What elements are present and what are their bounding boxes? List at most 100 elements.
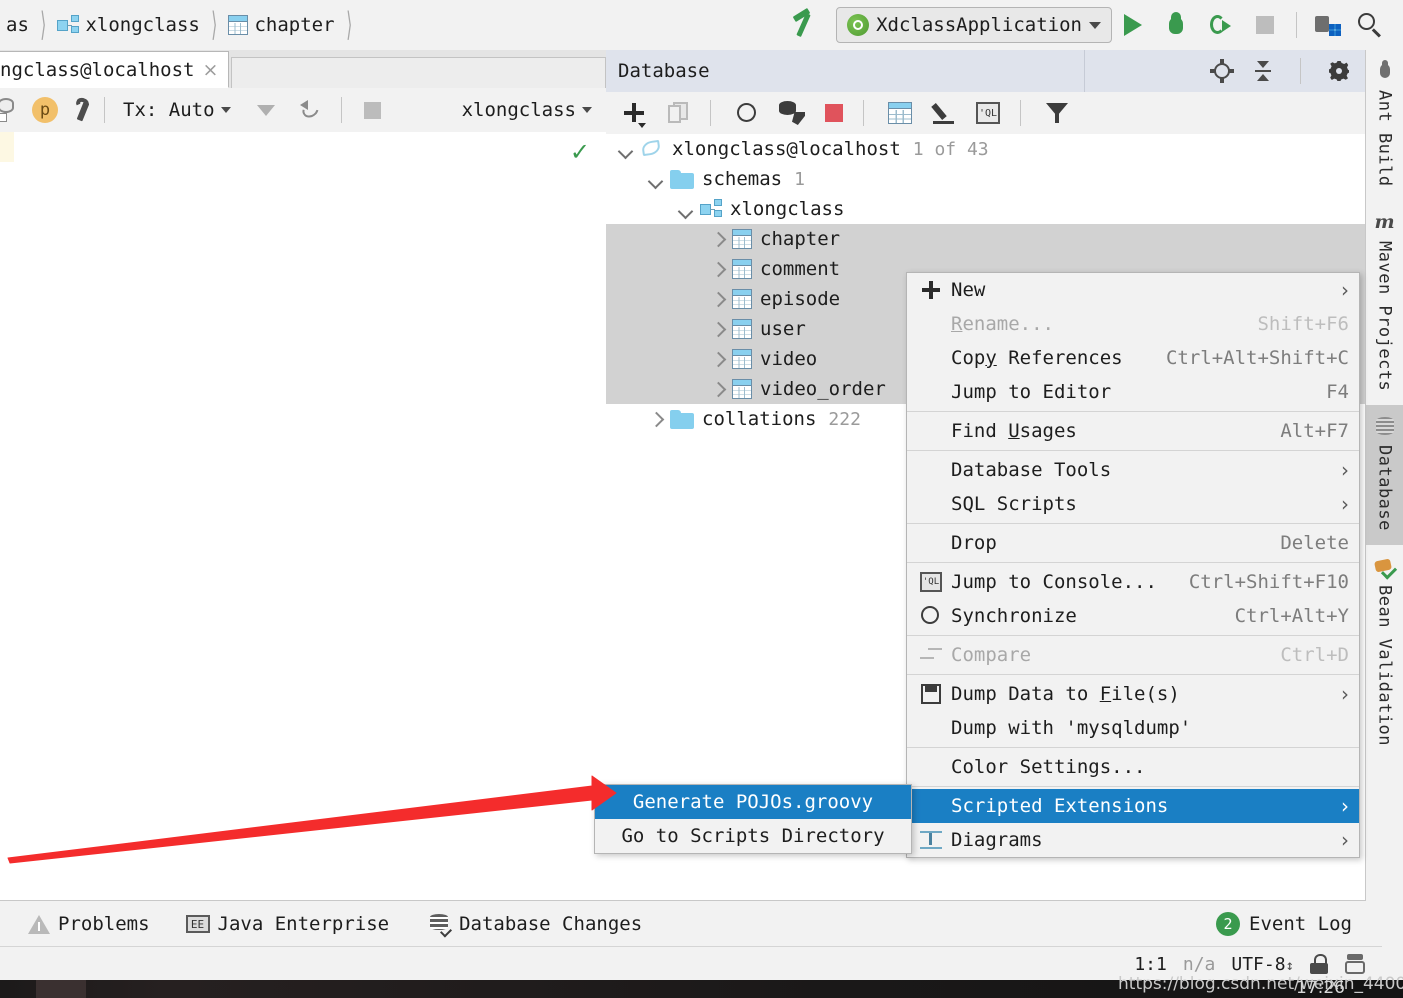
menu-item-color-settings[interactable]: Color Settings... bbox=[907, 750, 1359, 784]
chevron-right-icon: › bbox=[1341, 458, 1349, 482]
stop-icon[interactable] bbox=[363, 101, 381, 119]
menu-item-database-tools[interactable]: Database Tools › bbox=[907, 453, 1359, 487]
menu-item-sql-scripts[interactable]: SQL Scripts › bbox=[907, 487, 1359, 521]
editor-tab-console[interactable]: ngclass@localhost × bbox=[0, 51, 230, 88]
breadcrumb-item-2[interactable]: chapter bbox=[228, 14, 335, 36]
close-icon[interactable]: × bbox=[202, 59, 218, 81]
scroll-from-source-icon[interactable] bbox=[1210, 59, 1234, 83]
menu-item-scripted-extensions[interactable]: Scripted Extensions › bbox=[907, 789, 1359, 823]
duplicate-icon[interactable] bbox=[668, 102, 690, 124]
tx-mode-selector[interactable]: Tx: Auto bbox=[123, 99, 231, 121]
rollback-icon[interactable] bbox=[299, 99, 323, 121]
tool-button-java-enterprise[interactable]: EE Java Enterprise bbox=[185, 913, 390, 935]
chevron-down-icon bbox=[220, 107, 231, 113]
schema-selector[interactable]: xlongclass bbox=[462, 99, 606, 121]
menu-item-new[interactable]: New › bbox=[907, 273, 1359, 307]
open-data-editor-icon[interactable] bbox=[888, 102, 912, 124]
line-separator[interactable]: n/a bbox=[1183, 954, 1216, 975]
table-icon bbox=[732, 349, 752, 369]
inspections-ok-icon[interactable]: ✓ bbox=[570, 138, 590, 166]
menu-item-label: Compare bbox=[951, 644, 1032, 666]
menu-item-jump-to-editor[interactable]: Jump to Editor F4 bbox=[907, 375, 1359, 409]
caret-position[interactable]: 1:1 bbox=[1134, 954, 1167, 975]
stop-icon[interactable] bbox=[1256, 16, 1274, 34]
table-icon bbox=[732, 259, 752, 279]
breadcrumb-label: as bbox=[6, 14, 29, 36]
tool-button-label: Database bbox=[1374, 444, 1395, 531]
menu-item-drop[interactable]: Drop Delete bbox=[907, 526, 1359, 560]
project-structure-icon[interactable] bbox=[1315, 14, 1341, 36]
run-icon[interactable] bbox=[1124, 14, 1142, 36]
run-with-coverage-icon[interactable] bbox=[1208, 13, 1232, 37]
chevron-right-icon[interactable] bbox=[710, 321, 726, 337]
submenu-item-generate-pojos[interactable]: Generate POJOs.groovy bbox=[595, 785, 911, 819]
bean-validation-icon bbox=[1374, 555, 1396, 577]
chevron-right-icon[interactable] bbox=[710, 351, 726, 367]
menu-item-synchronize[interactable]: Synchronize Ctrl+Alt+Y bbox=[907, 599, 1359, 633]
chevron-right-icon[interactable] bbox=[710, 381, 726, 397]
unlocked-icon[interactable] bbox=[1310, 954, 1328, 974]
tool-button-problems[interactable]: Problems bbox=[28, 913, 150, 935]
breadcrumb-item-0[interactable]: as bbox=[0, 14, 29, 36]
tool-button-ant-build[interactable]: Ant Build bbox=[1366, 50, 1403, 201]
add-icon[interactable] bbox=[622, 101, 646, 128]
settings-gear-icon[interactable] bbox=[1327, 59, 1351, 83]
database-panel-header: Database bbox=[606, 50, 1403, 93]
tree-node-table[interactable]: chapter bbox=[606, 224, 1366, 254]
tool-button-label: Java Enterprise bbox=[217, 913, 390, 935]
tool-button-bean-validation[interactable]: Bean Validation bbox=[1366, 545, 1403, 760]
menu-item-shortcut: F4 bbox=[1326, 381, 1349, 403]
breadcrumb-item-1[interactable]: xlongclass bbox=[57, 14, 200, 36]
filter-icon[interactable] bbox=[1045, 102, 1069, 124]
db-connection-icon[interactable] bbox=[0, 98, 18, 122]
modify-icon[interactable] bbox=[779, 101, 805, 125]
edit-icon[interactable] bbox=[932, 101, 956, 125]
menu-item-label: Scripted Extensions bbox=[951, 795, 1169, 817]
menu-item-find-usages[interactable]: Find Usages Alt+F7 bbox=[907, 414, 1359, 448]
menu-item-dump-with-mysqldump[interactable]: Dump with 'mysqldump' bbox=[907, 711, 1359, 745]
event-log-badge: 2 bbox=[1216, 912, 1241, 936]
stop-icon[interactable] bbox=[825, 104, 843, 122]
tool-button-maven-projects[interactable]: m Maven Projects bbox=[1366, 201, 1403, 405]
chevron-down-icon[interactable] bbox=[648, 171, 664, 187]
chevron-right-icon: › bbox=[1341, 278, 1349, 302]
chevron-right-icon: › bbox=[1341, 828, 1349, 852]
menu-item-label: Rename... bbox=[951, 313, 1054, 335]
editor-area[interactable]: ✓ bbox=[0, 132, 607, 900]
tree-node-schemas[interactable]: schemas 1 bbox=[606, 164, 1366, 194]
tree-node-schema-xlongclass[interactable]: xlongclass bbox=[606, 194, 1366, 224]
chevron-down-icon[interactable] bbox=[618, 141, 634, 157]
chevron-right-icon[interactable] bbox=[710, 231, 726, 247]
profile-badge[interactable]: p bbox=[32, 97, 58, 123]
search-everywhere-icon[interactable] bbox=[1357, 12, 1383, 38]
top-toolbar: as ⟩ xlongclass ⟩ chapter ⟩ XdclassAppli… bbox=[0, 0, 1403, 51]
menu-item-dump-data-to-files[interactable]: Dump Data to File(s) › bbox=[907, 677, 1359, 711]
menu-item-diagrams[interactable]: Diagrams › bbox=[907, 823, 1359, 857]
inspector-icon[interactable] bbox=[1344, 953, 1366, 975]
tool-button-label: Event Log bbox=[1249, 913, 1352, 935]
menu-item-copy-references[interactable]: Copy References Ctrl+Alt+Shift+C bbox=[907, 341, 1359, 375]
menu-item-label: Color Settings... bbox=[951, 756, 1146, 778]
taskbar-item[interactable] bbox=[36, 980, 86, 998]
collapse-all-icon[interactable] bbox=[1252, 60, 1274, 82]
tool-button-label: Ant Build bbox=[1374, 90, 1395, 187]
chevron-right-icon[interactable] bbox=[648, 411, 664, 427]
debug-bug-icon[interactable] bbox=[1164, 12, 1188, 38]
submenu-item-go-to-scripts-directory[interactable]: Go to Scripts Directory bbox=[595, 819, 911, 853]
tool-button-database[interactable]: Database bbox=[1366, 404, 1403, 545]
hammer-icon[interactable] bbox=[788, 8, 822, 42]
wrench-icon[interactable] bbox=[72, 98, 96, 122]
jump-to-query-console-icon[interactable]: 'QL bbox=[976, 102, 1000, 124]
tool-button-event-log[interactable]: 2 Event Log bbox=[1216, 912, 1366, 936]
refresh-icon[interactable] bbox=[735, 101, 759, 125]
chevron-right-icon[interactable] bbox=[710, 261, 726, 277]
chevron-down-icon[interactable] bbox=[678, 201, 694, 217]
tree-node-label: user bbox=[760, 318, 806, 340]
run-configuration-selector[interactable]: XdclassApplication bbox=[836, 7, 1112, 43]
tool-button-database-changes[interactable]: Database Changes bbox=[429, 913, 642, 935]
menu-item-jump-to-console[interactable]: 'QL Jump to Console... Ctrl+Shift+F10 bbox=[907, 565, 1359, 599]
chevron-right-icon[interactable] bbox=[710, 291, 726, 307]
commit-icon[interactable] bbox=[256, 104, 275, 116]
encoding-selector[interactable]: UTF-8↕ bbox=[1231, 954, 1294, 975]
tree-node-datasource[interactable]: xlongclass@localhost 1 of 43 bbox=[606, 134, 1366, 164]
